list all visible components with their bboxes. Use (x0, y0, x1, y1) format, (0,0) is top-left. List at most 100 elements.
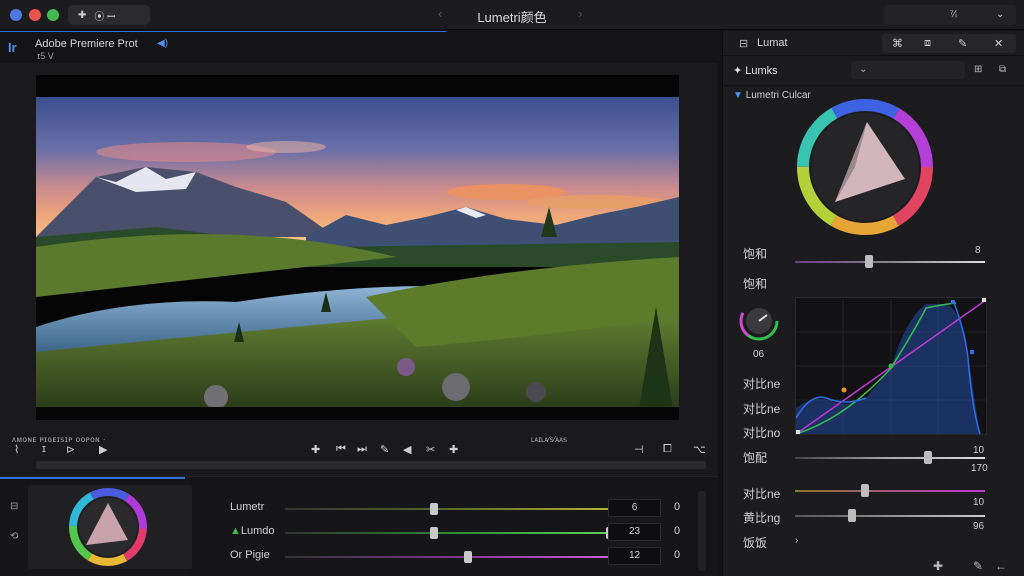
speaker-icon[interactable]: ◀) (157, 38, 168, 49)
row-thumb-5[interactable] (924, 451, 932, 464)
row-label-0: 饱和 (743, 247, 768, 261)
row-thumb-7[interactable] (848, 509, 856, 522)
param-thumb-orpigie[interactable] (463, 551, 472, 563)
section-title[interactable]: ✦ Lumks (733, 64, 778, 77)
row-thumb-6[interactable] (861, 484, 870, 497)
curves-graph (795, 298, 987, 435)
param-label-lumdo-text: Lumdo (240, 525, 275, 537)
landscape-image (36, 97, 679, 407)
mask-tool-icon[interactable]: ✕ (994, 37, 1003, 50)
workspace-selector[interactable]: ⁷⁄ᵢ ⌄ (884, 5, 1016, 25)
section-row: ✦ Lumks ⌄ ⊞ ⧉ (723, 56, 1024, 86)
list-icon[interactable]: ⊞ (974, 64, 982, 75)
param-thumb-lumdo[interactable] (430, 527, 439, 539)
param-label-lumetr: Lumetr (230, 501, 265, 513)
param-value-lumdo: 0 (674, 525, 681, 537)
param-input-orpigie[interactable]: 12 (608, 547, 661, 565)
param-thumb-lumetr[interactable] (430, 503, 439, 515)
param-input-lumetr[interactable]: 6 (608, 499, 661, 517)
panel-header: ⊟ Lumat ⌘ ⧈ ✎ ✕ (723, 31, 1024, 56)
add-icon[interactable]: ✚ (933, 559, 943, 573)
row-label-7: 黄比ng (743, 511, 781, 525)
row-value-0: 8 (975, 245, 981, 256)
window-title: Lumetri颜色 (477, 10, 547, 25)
row-slider-7[interactable] (795, 509, 985, 522)
program-monitor: ʌᴍᴏɴᴇ ᴘɪɢᴇɪꜱɪᴘ ᴏᴏᴘᴏɴ · ʟᴀɪʟᴀ⁄ꜱ⁄ᴀᴀꜱ ⌇ ɪ ⊳… (0, 63, 718, 476)
trim-icon[interactable]: ✂ (426, 443, 435, 456)
in-point-icon[interactable]: ɪ (42, 443, 46, 455)
row-value-7: 10 (973, 497, 985, 508)
row-label-5: 饱配 (743, 451, 768, 465)
source-header: Ir Adobe Premiere Prot ◀) ɪ5 V (0, 31, 446, 63)
chevron-down-icon: ⌄ (859, 64, 868, 75)
app-logo: Ir (8, 40, 17, 55)
color-wheel[interactable] (795, 97, 935, 237)
param-value-lumetr: 0 (674, 501, 681, 513)
loop-icon[interactable]: ⟲ (10, 531, 18, 542)
back-arrow-icon[interactable]: ← (995, 559, 1007, 573)
grid-icon[interactable]: ⧉ (999, 64, 1006, 75)
dial-value: 06 (753, 349, 765, 360)
title-bar: ✚ ⦿ ꟷ ‹ Lumetri颜色 › ⁷⁄ᵢ ⌄ (0, 0, 1024, 30)
row-label-6: 对比ne (743, 487, 781, 501)
row-slider-5[interactable] (795, 451, 985, 464)
insert-icon[interactable]: ✚ (449, 443, 458, 456)
export-frame-icon[interactable]: ⧠ (663, 443, 672, 456)
playhead-scrubber[interactable] (36, 461, 706, 469)
preset-select[interactable]: ⌄ (851, 61, 965, 79)
bottom-controls-panel: ⊟ ⟲ Lumetr 6 0 ▲Lumdo 23 0 Or Pigie 12 0 (0, 476, 718, 576)
timecode-left: ʌᴍᴏɴᴇ ᴘɪɢᴇɪꜱɪᴘ ᴏᴏᴘᴏɴ · (12, 435, 106, 444)
frame-tool-icon[interactable]: ⧈ (924, 37, 931, 50)
curves-tool-icon[interactable]: ⌘ (892, 37, 903, 50)
marker-icon[interactable]: ⌇ (14, 443, 19, 456)
param-input-lumdo[interactable]: 23 (608, 523, 661, 541)
source-name[interactable]: Adobe Premiere Prot (35, 38, 138, 50)
lift-icon[interactable]: ⊣ (634, 443, 644, 456)
row-slider-6[interactable] (795, 484, 985, 497)
mini-color-wheel[interactable] (28, 485, 192, 569)
play-icon[interactable]: ▶ (99, 443, 107, 456)
row-sub-5: 170 (971, 463, 988, 474)
timecode-right: ʟᴀɪʟᴀ⁄ꜱ⁄ᴀᴀꜱ (531, 435, 568, 444)
level-dial[interactable] (737, 299, 781, 343)
panel-title[interactable]: Lumat (757, 37, 788, 49)
panel-tool-group: ⌘ ⧈ ✎ ✕ (882, 34, 1016, 53)
param-label-orpigie: Or Pigie (230, 549, 270, 561)
param-label-lumdo: ▲Lumdo (230, 525, 275, 537)
edit-icon[interactable]: ✎ (380, 443, 389, 456)
step-forward-icon[interactable]: ⏭ (357, 443, 367, 456)
param-track-lumetr[interactable] (285, 503, 617, 515)
video-frame-letterbox (36, 75, 679, 420)
step-back-icon[interactable]: ⏮ (336, 443, 346, 456)
source-subtitle: ɪ5 V (37, 51, 54, 61)
lumetri-panel: ⊟ Lumat ⌘ ⧈ ✎ ✕ ✦ Lumks ⌄ ⊞ ⧉ ▼ Lumetri … (722, 31, 1024, 576)
row-label-8: 饭饭 (743, 536, 768, 550)
chevron-down-icon: ⌄ (996, 9, 1005, 20)
panel-icon: ⊟ (739, 38, 749, 50)
row-value-8[interactable]: › (795, 535, 798, 546)
edit-icon[interactable]: ✎ (973, 559, 983, 573)
bottom-scrollbar[interactable] (698, 491, 706, 571)
rgb-curves[interactable] (795, 297, 987, 435)
monitor-icon[interactable]: ⊟ (10, 501, 18, 512)
settings-wrench-icon[interactable]: ⌥ (693, 443, 706, 456)
active-tab-indicator (0, 477, 185, 479)
param-track-lumdo[interactable] (285, 527, 617, 539)
row-sub-7: 96 (973, 521, 985, 532)
forward-chevron-icon[interactable]: › (578, 6, 582, 21)
param-value-orpigie: 0 (674, 549, 681, 561)
add-marker-icon[interactable]: ✚ (311, 443, 320, 456)
row-slider-0[interactable] (795, 255, 985, 268)
row-label-4: 对比no (743, 426, 781, 440)
row-thumb-0[interactable] (865, 255, 874, 268)
row-label-3: 对比ne (743, 402, 781, 416)
out-point-icon[interactable]: ⊳ (66, 443, 75, 456)
workspace-label: ⁷⁄ᵢ (950, 9, 957, 20)
row-label-1: 饱和 (743, 277, 768, 291)
row-value-5: 10 (973, 445, 985, 456)
video-frame[interactable] (36, 97, 679, 407)
param-track-orpigie[interactable] (285, 551, 617, 563)
reverse-icon[interactable]: ◀ (403, 443, 411, 456)
mini-color-wheel-panel (28, 485, 192, 569)
eyedropper-icon[interactable]: ✎ (958, 37, 967, 50)
